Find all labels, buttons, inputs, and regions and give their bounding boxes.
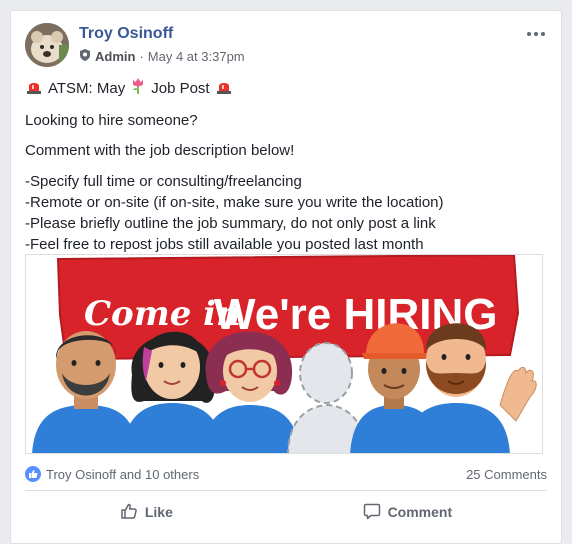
avatar[interactable] — [25, 23, 69, 67]
post-card: Troy Osinoff Admin · May 4 at 3:37pm ATS… — [10, 10, 562, 544]
comment-button[interactable]: Comment — [343, 496, 473, 529]
reactions-text: Troy Osinoff and 10 others — [46, 466, 200, 482]
post-title-text-1: ATSM: May — [48, 80, 126, 97]
post-bullet: -Please briefly outline the job summary,… — [25, 215, 436, 232]
post-bullet-list: -Specify full time or consulting/freelan… — [25, 171, 547, 255]
comments-count[interactable]: 25 Comments — [466, 467, 547, 482]
like-label: Like — [144, 504, 173, 520]
like-reaction-icon — [25, 466, 41, 482]
post-header: Troy Osinoff Admin · May 4 at 3:37pm — [25, 23, 547, 73]
more-options-icon[interactable] — [525, 27, 547, 41]
author-name[interactable]: Troy Osinoff — [79, 25, 173, 43]
comment-bubble-icon — [363, 502, 381, 523]
post-meta: Admin · May 4 at 3:37pm — [79, 49, 245, 64]
thumbs-up-icon — [120, 502, 138, 523]
admin-badge: Admin — [95, 49, 136, 64]
person-illustration — [202, 331, 300, 453]
post-actions: Like Comment — [25, 495, 547, 529]
tulip-icon — [130, 77, 146, 101]
comment-label: Comment — [387, 504, 453, 520]
post-bullet: -Specify full time or consulting/freelan… — [25, 173, 302, 190]
post-bullet: -Feel free to repost jobs still availabl… — [25, 236, 424, 253]
post-stats: Troy Osinoff and 10 others 25 Comments — [25, 463, 547, 485]
divider — [25, 490, 547, 491]
siren-icon — [25, 77, 43, 101]
reactions-summary[interactable]: Troy Osinoff and 10 others — [25, 466, 199, 482]
post-line-2: Comment with the job description below! — [25, 142, 295, 159]
post-timestamp[interactable]: May 4 at 3:37pm — [148, 49, 245, 64]
post-body: ATSM: May Job Post Looking to hire someo… — [25, 77, 547, 255]
post-bullet: -Remote or on-site (if on-site, make sur… — [25, 194, 444, 211]
like-button[interactable]: Like — [100, 496, 193, 529]
meta-separator: · — [139, 49, 144, 64]
post-title-line: ATSM: May Job Post — [25, 77, 547, 101]
siren-icon — [215, 77, 233, 101]
post-title-text-2: Job Post — [151, 80, 210, 97]
admin-shield-icon — [79, 49, 91, 64]
post-line-1: Looking to hire someone? — [25, 112, 198, 129]
post-image[interactable]: Come in We're HIRING — [25, 254, 543, 454]
